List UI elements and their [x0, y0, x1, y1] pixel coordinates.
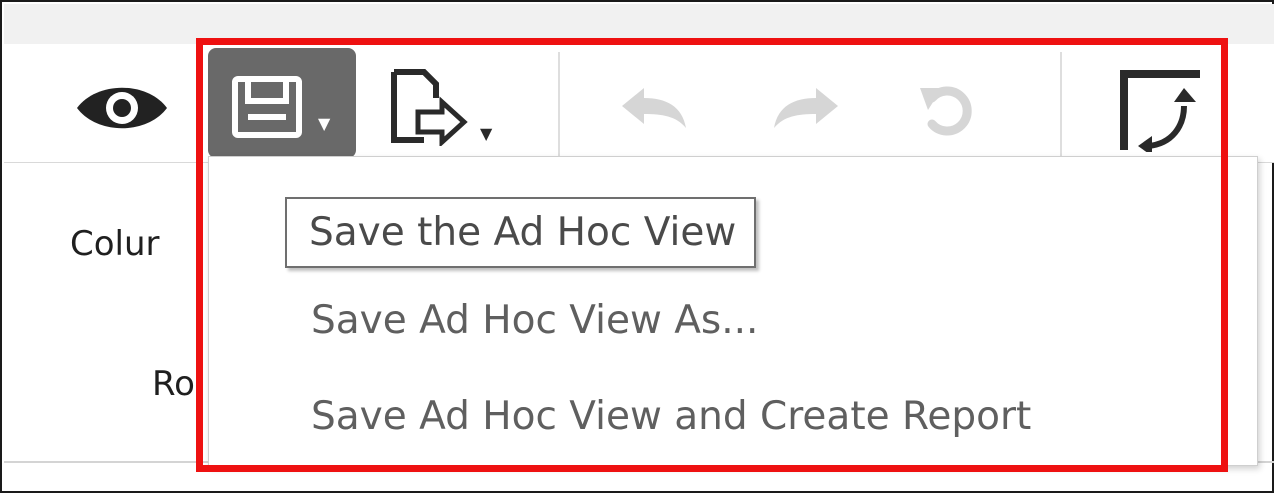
rows-label: Ro — [152, 364, 195, 404]
top-bar — [4, 4, 1274, 45]
save-view-as-menu-item[interactable]: Save Ad Hoc View As... — [311, 301, 758, 340]
export-button[interactable]: ▼ — [390, 68, 510, 148]
undo-icon[interactable] — [618, 84, 690, 134]
redo-icon[interactable] — [770, 84, 842, 134]
chevron-down-icon: ▼ — [480, 124, 493, 143]
save-view-create-report-menu-item[interactable]: Save Ad Hoc View and Create Report — [311, 397, 1031, 436]
toolbar-separator — [558, 52, 560, 156]
columns-label: Colur — [70, 224, 160, 264]
save-view-menu-item[interactable]: Save the Ad Hoc View — [285, 197, 757, 268]
save-icon — [232, 76, 302, 138]
chevron-down-icon: ▼ — [318, 114, 331, 133]
toolbar-separator — [1060, 52, 1062, 156]
export-icon — [391, 69, 468, 146]
save-button[interactable]: ▼ — [208, 48, 356, 158]
undo-all-icon[interactable] — [918, 80, 978, 138]
switch-axes-icon[interactable] — [1118, 66, 1202, 152]
eye-icon[interactable] — [72, 78, 172, 138]
save-dropdown-menu: Save the Ad Hoc View Save Ad Hoc View As… — [208, 156, 1258, 466]
